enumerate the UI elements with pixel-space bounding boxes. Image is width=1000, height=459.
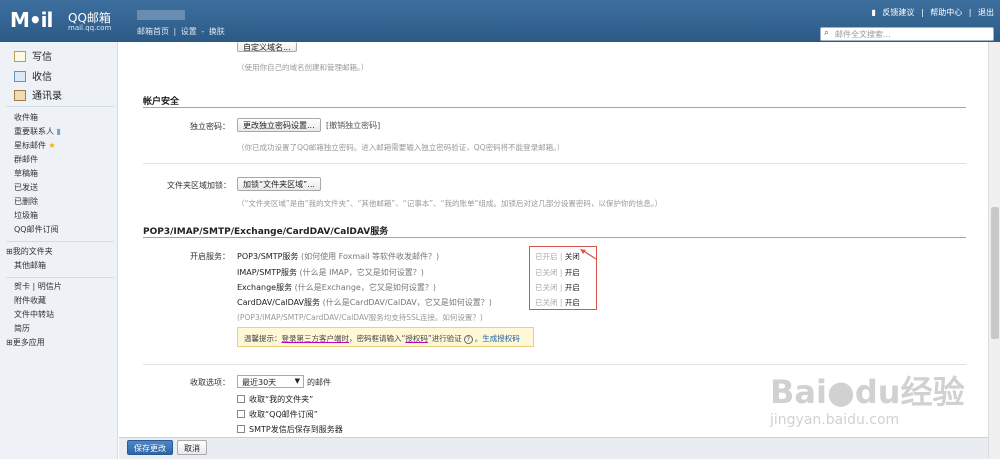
top-nav: 邮箱首页 | 设置 - 换肤 bbox=[137, 26, 227, 37]
folder-deleted[interactable]: 已删除 bbox=[14, 196, 38, 207]
qq-mail-logo[interactable]: M•il bbox=[10, 8, 53, 32]
card-link[interactable]: 贺卡 bbox=[14, 282, 30, 291]
service-exchange: Exchange服务 (什么是Exchange，它又是如何设置？) bbox=[237, 283, 436, 292]
sidebar: 写信 收信 通讯录 收件箱 重要联系人 ▮ 星标邮件 ★ 群邮件 草稿箱 已发送… bbox=[0, 42, 118, 459]
service-help-link[interactable]: (什么是Exchange，它又是如何设置？) bbox=[295, 283, 436, 292]
domain-hint: （使用你自己的域名创建和管理邮箱。） bbox=[237, 63, 369, 72]
compose-icon bbox=[14, 51, 26, 62]
more-apps-toggle[interactable]: ⊞更多应用 bbox=[6, 337, 45, 348]
password-label: 独立密码： bbox=[190, 122, 230, 131]
folder-starred[interactable]: 星标邮件 ★ bbox=[14, 140, 56, 151]
inbox-check-button[interactable]: 收信 bbox=[14, 68, 52, 83]
chevron-down-icon: ▼ bbox=[294, 377, 300, 385]
contacts-icon bbox=[14, 90, 26, 101]
folder-lock-hint: （“文件夹区域”是由“我的文件夹”、“其他邮箱”、“记事本”、“我的账单”组成。… bbox=[237, 199, 663, 208]
nav-home-link[interactable]: 邮箱首页 bbox=[137, 27, 169, 36]
service-pop3: POP3/SMTP服务 (如何使用 Foxmail 等软件收发邮件？) bbox=[237, 252, 440, 261]
search-placeholder: 邮件全文搜索... bbox=[835, 30, 891, 39]
folder-lock-label: 文件夹区域加锁： bbox=[167, 181, 231, 190]
nav-skin-link[interactable]: 换肤 bbox=[209, 27, 225, 36]
save-button[interactable]: 保存更改 bbox=[127, 440, 173, 455]
nav-sep: | bbox=[173, 27, 177, 36]
nav-settings-link[interactable]: 设置 bbox=[181, 27, 197, 36]
brand-url: mail.qq.com bbox=[68, 24, 112, 32]
tools-row: 贺卡 | 明信片 bbox=[14, 282, 62, 291]
scrollbar-thumb[interactable] bbox=[991, 207, 999, 339]
expand-icon: ⊞ bbox=[6, 247, 13, 256]
user-name-blurred bbox=[137, 10, 185, 20]
folder-subscriptions[interactable]: QQ邮件订阅 bbox=[14, 224, 59, 235]
baidu-watermark-url: jingyan.baidu.com bbox=[770, 412, 900, 428]
bottom-action-bar bbox=[119, 437, 988, 459]
folder-inbox[interactable]: 收件箱 bbox=[14, 112, 38, 123]
revoke-password-link[interactable]: [撤销独立密码] bbox=[326, 120, 380, 131]
search-input[interactable]: ⌕ 邮件全文搜索... bbox=[820, 27, 994, 41]
compose-button[interactable]: 写信 bbox=[14, 48, 52, 63]
sep: | bbox=[920, 8, 924, 17]
postcard-link[interactable]: 明信片 bbox=[38, 282, 62, 291]
vertical-scrollbar[interactable] bbox=[988, 42, 1000, 459]
folder-spam[interactable]: 垃圾箱 bbox=[14, 210, 38, 221]
receive-period-select[interactable]: 最近30天 ▼ bbox=[237, 375, 304, 388]
section-divider bbox=[143, 237, 966, 238]
service-help-link[interactable]: (什么是CardDAV/CalDAV，它又是如何设置？) bbox=[323, 298, 492, 307]
expand-icon: ⊞ bbox=[6, 338, 13, 347]
smtp-save-sent-checkbox[interactable]: SMTP发信后保存到服务器 bbox=[237, 424, 343, 435]
auth-code-tip: 温馨提示：登录第三方客户端时，密码框请输入“授权码”进行验证? 。生成授权码 bbox=[237, 327, 534, 347]
account-security-title: 帐户安全 bbox=[143, 97, 180, 107]
generate-auth-code-link[interactable]: 。生成授权码 bbox=[475, 334, 520, 343]
folder-group[interactable]: 群邮件 bbox=[14, 154, 38, 165]
resume[interactable]: 简历 bbox=[14, 323, 30, 334]
pop3-section-title: POP3/IMAP/SMTP/Exchange/CardDAV/CalDAV服务 bbox=[143, 227, 389, 237]
receive-suffix: 的邮件 bbox=[307, 378, 331, 387]
person-icon: ▮ bbox=[56, 127, 61, 136]
domain-button-partial[interactable]: 自定义域名... bbox=[237, 42, 297, 52]
cancel-button[interactable]: 取消 bbox=[177, 440, 207, 455]
search-icon: ⌕ bbox=[824, 28, 830, 38]
receive-options-label: 收取选项： bbox=[190, 378, 230, 387]
attachment-favorites[interactable]: 附件收藏 bbox=[14, 295, 46, 306]
file-transfer[interactable]: 文件中转站 bbox=[14, 309, 54, 320]
service-help-link[interactable]: (如何使用 Foxmail 等软件收发邮件？) bbox=[301, 252, 439, 261]
contacts-button[interactable]: 通讯录 bbox=[14, 87, 62, 102]
top-links: ▮ 反馈建议 | 帮助中心 | 退出 bbox=[867, 7, 994, 18]
checkbox[interactable] bbox=[237, 425, 245, 433]
enable-service-label: 开启服务： bbox=[190, 252, 230, 261]
checkbox[interactable] bbox=[237, 410, 245, 418]
nav-dash: - bbox=[201, 27, 205, 36]
arrow-annotation bbox=[580, 249, 597, 260]
receive-my-folders-checkbox[interactable]: 收取“我的文件夹” bbox=[237, 394, 313, 405]
checkbox[interactable] bbox=[237, 395, 245, 403]
change-password-button[interactable]: 更改独立密码设置... bbox=[237, 118, 321, 132]
receive-subscriptions-checkbox[interactable]: 收取“QQ邮件订阅” bbox=[237, 409, 318, 420]
phone-icon[interactable]: ▮ bbox=[871, 8, 875, 17]
divider bbox=[6, 241, 114, 242]
baidu-watermark: Bai●du经验 bbox=[770, 373, 965, 411]
other-mailbox[interactable]: 其他邮箱 bbox=[14, 260, 46, 271]
divider bbox=[6, 106, 114, 107]
row-divider bbox=[143, 364, 966, 365]
folder-important-contacts[interactable]: 重要联系人 ▮ bbox=[14, 126, 61, 137]
ssl-hint: (POP3/IMAP/SMTP/CardDAV/CalDAV服务均支持SSL连接… bbox=[237, 313, 483, 322]
folder-drafts[interactable]: 草稿箱 bbox=[14, 168, 38, 179]
divider bbox=[6, 277, 114, 278]
service-carddav: CardDAV/CalDAV服务 (什么是CardDAV/CalDAV，它又是如… bbox=[237, 298, 492, 307]
my-folders-toggle[interactable]: ⊞我的文件夹 bbox=[6, 246, 53, 257]
help-circle-icon[interactable]: ? bbox=[463, 335, 473, 344]
folder-lock-button[interactable]: 加锁“文件夹区域”... bbox=[237, 177, 321, 191]
service-imap: IMAP/SMTP服务 (什么是 IMAP，它又是如何设置？) bbox=[237, 268, 424, 277]
logout-link[interactable]: 退出 bbox=[978, 8, 994, 17]
section-divider bbox=[143, 107, 966, 108]
top-bar: M•il QQ邮箱 mail.qq.com 邮箱首页 | 设置 - 换肤 ▮ 反… bbox=[0, 0, 1000, 42]
service-help-link[interactable]: (什么是 IMAP，它又是如何设置？) bbox=[300, 268, 424, 277]
inbox-icon bbox=[14, 71, 26, 82]
help-link[interactable]: 帮助中心 bbox=[930, 8, 962, 17]
star-icon: ★ bbox=[48, 141, 56, 150]
sep: | bbox=[968, 8, 972, 17]
feedback-link[interactable]: 反馈建议 bbox=[882, 8, 914, 17]
password-hint: （你已成功设置了QQ邮箱独立密码。进入邮箱需要输入独立密码验证，QQ密码将不能登… bbox=[237, 143, 565, 152]
folder-sent[interactable]: 已发送 bbox=[14, 182, 38, 193]
row-divider bbox=[143, 163, 966, 164]
